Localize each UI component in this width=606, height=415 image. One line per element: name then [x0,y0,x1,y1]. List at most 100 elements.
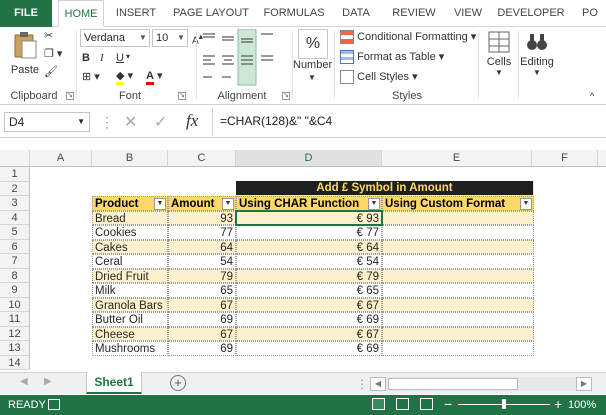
header-char-function[interactable]: Using CHAR Function ▼ [236,196,382,211]
zoom-out-button[interactable]: − [444,396,452,412]
italic-button[interactable]: I [100,52,104,64]
cell-amount[interactable]: 69 [168,312,236,327]
font-color-button[interactable]: A ▾ [146,69,163,85]
tab-file[interactable]: FILE [0,0,52,27]
row-header[interactable]: 5 [0,225,30,240]
cell-product[interactable]: Cakes [92,239,168,254]
zoom-in-button[interactable]: + [554,396,562,412]
cell-product[interactable]: Granola Bars [92,297,168,312]
add-sheet-icon[interactable]: + [170,375,186,391]
borders-button[interactable]: ⊞ ▾ [82,70,100,83]
cell-product[interactable]: Cookies [92,225,168,240]
cell-styles-button[interactable]: Cell Styles ▾ [340,70,418,85]
cell-amount[interactable]: 69 [168,341,236,356]
cell-product[interactable]: Cheese [92,326,168,341]
zoom-slider-thumb[interactable] [502,399,506,409]
hscroll-left-button[interactable]: ◀ [370,377,386,391]
cell-custom-format[interactable] [382,210,534,225]
tab-data[interactable]: DATA [336,0,376,27]
normal-view-icon[interactable] [372,398,385,410]
font-size-combo[interactable]: 10 ▼ [152,29,188,47]
name-box[interactable]: D4 ▼ [4,112,90,132]
cell-char-function[interactable]: € 79 [236,268,382,283]
row-header[interactable]: 4 [0,210,30,225]
cell-custom-format[interactable] [382,268,534,283]
select-all-corner[interactable] [0,150,30,167]
format-painter-button[interactable]: 🖌 [44,65,58,78]
underline-dropdown[interactable]: ▾ [126,52,130,61]
cell-product[interactable]: Butter Oil [92,312,168,327]
collapse-ribbon-icon[interactable]: ^ [590,91,594,101]
editing-button[interactable]: Editing ▼ [520,31,554,77]
zoom-slider[interactable] [458,399,550,409]
row-header[interactable]: 11 [0,312,30,327]
row-header[interactable]: 10 [0,297,30,312]
cell-char-function[interactable]: € 69 [236,312,382,327]
filter-dropdown-icon[interactable]: ▼ [222,198,234,210]
cell-amount[interactable]: 64 [168,239,236,254]
column-header-f[interactable]: F [532,150,598,167]
filter-dropdown-icon[interactable]: ▼ [520,198,532,210]
column-header-c[interactable]: C [168,150,236,167]
filter-dropdown-icon[interactable]: ▼ [154,198,166,210]
insert-function-button[interactable]: fx [186,111,198,131]
scroll-right-icon[interactable]: ▶ [44,376,52,387]
tab-review[interactable]: REVIEW [386,0,442,27]
column-header-d[interactable]: D [236,150,382,167]
row-header[interactable]: 13 [0,341,30,356]
cell-char-function[interactable]: € 65 [236,283,382,298]
column-header-g[interactable] [598,150,606,167]
cell-product[interactable]: Bread [92,210,168,225]
conditional-formatting-button[interactable]: Conditional Formatting ▾ [340,30,476,45]
column-header-a[interactable]: A [30,150,92,167]
row-header[interactable]: 3 [0,196,30,211]
cell-amount[interactable]: 67 [168,326,236,341]
clipboard-launcher[interactable]: ↘ [66,92,74,100]
cell-char-function[interactable]: € 67 [236,326,382,341]
row-header[interactable]: 8 [0,268,30,283]
number-format-button[interactable]: % [298,29,328,59]
tab-page-layout[interactable]: PAGE LAYOUT [168,0,254,27]
font-name-combo[interactable]: Verdana ▼ [80,29,150,47]
column-header-b[interactable]: B [92,150,168,167]
underline-button[interactable]: U [116,52,124,64]
fill-color-button[interactable]: ◆ ▾ [116,69,133,85]
row-header[interactable]: 9 [0,283,30,298]
row-header[interactable]: 12 [0,326,30,341]
cell-amount[interactable]: 65 [168,283,236,298]
bold-button[interactable]: B [82,52,90,64]
formula-input[interactable]: =CHAR(128)&" "&C4 [220,114,332,128]
cell-custom-format[interactable] [382,225,534,240]
cell-amount[interactable]: 54 [168,254,236,269]
enter-icon[interactable]: ✓ [154,112,167,132]
horizontal-scrollbar[interactable] [386,377,576,391]
paste-button[interactable]: Paste [8,31,42,83]
sheet-tab-sheet1[interactable]: Sheet1 [86,372,142,394]
row-header[interactable]: 7 [0,254,30,269]
cell-char-function[interactable]: € 77 [236,225,382,240]
header-product[interactable]: Product ▼ [92,196,168,211]
alignment-buttons-icon[interactable] [200,29,280,87]
copy-button[interactable]: ❐ ▾ [44,47,62,60]
scrollbar-thumb[interactable] [388,378,518,390]
cell-amount[interactable]: 79 [168,268,236,283]
format-as-table-button[interactable]: Format as Table ▾ [340,50,444,65]
header-amount[interactable]: Amount ▼ [168,196,236,211]
row-header[interactable]: 2 [0,181,30,196]
cell-custom-format[interactable] [382,297,534,312]
cell-char-function[interactable]: € 69 [236,341,382,356]
font-launcher[interactable]: ↘ [178,92,186,100]
tab-insert[interactable]: INSERT [110,0,162,27]
alignment-launcher[interactable]: ↘ [282,92,290,100]
cell-amount[interactable]: 67 [168,297,236,312]
macro-record-icon[interactable] [48,399,60,410]
row-header[interactable]: 1 [0,167,30,182]
cell-custom-format[interactable] [382,254,534,269]
cell-char-function[interactable]: € 67 [236,297,382,312]
cell-amount[interactable]: 93 [168,210,236,225]
page-break-view-icon[interactable] [420,398,433,410]
cell-custom-format[interactable] [382,239,534,254]
tab-formulas[interactable]: FORMULAS [258,0,330,27]
row-header[interactable]: 6 [0,239,30,254]
cell-char-function[interactable]: € 64 [236,239,382,254]
